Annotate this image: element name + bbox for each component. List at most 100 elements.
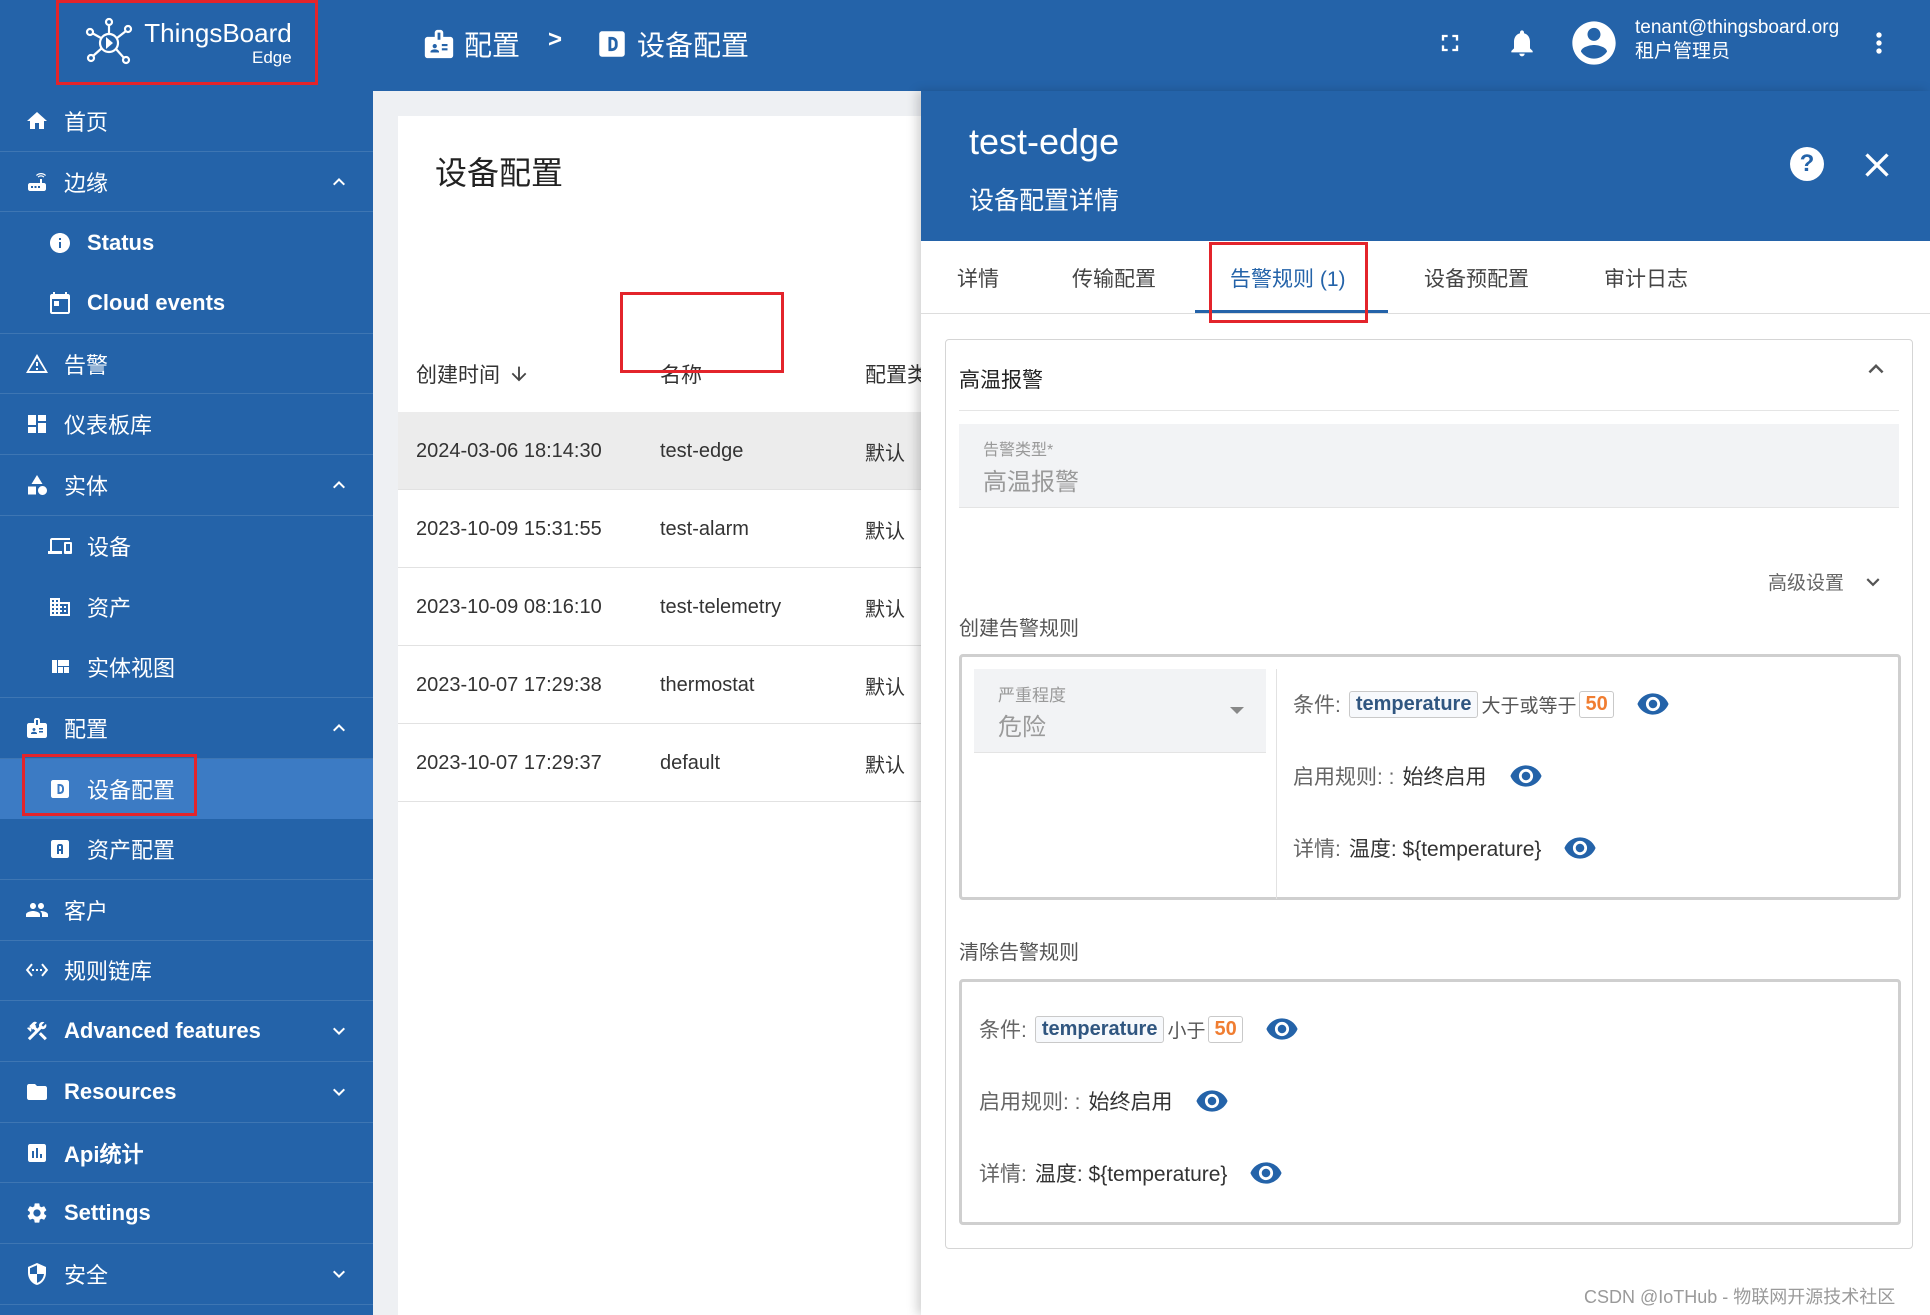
collapse-button[interactable]: [1861, 354, 1891, 384]
table-row[interactable]: 2024-03-06 18:14:30 test-edge 默认: [398, 412, 960, 490]
sidebar-item-8[interactable]: 资产: [0, 577, 373, 638]
advanced-settings-toggle[interactable]: 高级设置: [1768, 568, 1886, 595]
close-button[interactable]: [1857, 145, 1897, 185]
edit-clear-schedule-button[interactable]: [1195, 1084, 1229, 1118]
chevron-up-icon[interactable]: [327, 716, 351, 740]
cell-name: default: [660, 751, 721, 774]
clear-details: 详情: 温度: ${temperature}: [979, 1156, 1283, 1190]
chevron-up-icon[interactable]: [327, 473, 351, 497]
arrow-down-icon: [511, 366, 527, 382]
cell-name: test-edge: [660, 439, 744, 462]
chevron-down-icon[interactable]: [327, 1262, 351, 1286]
brand-logo[interactable]: ThingsBoard Edge: [56, 0, 318, 85]
column-created-time[interactable]: 创建时间: [416, 336, 530, 412]
user-info[interactable]: tenant@thingsboard.org 租户管理员: [1635, 16, 1839, 64]
severity-select[interactable]: 严重程度 危险: [974, 669, 1266, 753]
details-label: 详情:: [1293, 838, 1341, 861]
sidebar-item-label: Status: [87, 229, 155, 255]
table-row[interactable]: 2023-10-07 17:29:37 default 默认: [398, 724, 960, 802]
sidebar-item-label: Settings: [64, 1200, 151, 1226]
eye-icon: [1509, 765, 1542, 787]
watermark: CSDN @IoTHub - 物联网开源技术社区: [1584, 1287, 1896, 1307]
insert-chart-icon: [24, 1140, 50, 1166]
sidebar-item-0[interactable]: 首页: [0, 91, 373, 152]
sidebar-item-label: Api统计: [64, 1141, 144, 1167]
chevron-down-icon[interactable]: [327, 1019, 351, 1043]
vertical-divider: [1276, 669, 1277, 899]
group-icon: [24, 897, 50, 923]
tab-provisioning[interactable]: 设备预配置: [1424, 241, 1529, 314]
sidebar-item-15[interactable]: Advanced features: [0, 1001, 373, 1062]
sidebar-item-19[interactable]: 安全: [0, 1244, 373, 1305]
chevron-down-icon[interactable]: [327, 1080, 351, 1104]
sidebar-item-14[interactable]: 规则链库: [0, 941, 373, 1002]
edit-schedule-button[interactable]: [1509, 759, 1543, 793]
sidebar-item-6[interactable]: 实体: [0, 455, 373, 516]
sidebar-item-13[interactable]: 客户: [0, 880, 373, 941]
sidebar-item-label: 安全: [64, 1262, 109, 1288]
sidebar-item-2[interactable]: Status: [0, 212, 373, 273]
sidebar-item-label: 配置: [64, 716, 109, 742]
device-profile-icon: [599, 31, 625, 57]
edit-clear-condition-button[interactable]: [1265, 1012, 1299, 1046]
badge-icon: [424, 29, 454, 59]
clear-condition-value-chip: 50: [1208, 1015, 1243, 1043]
condition-label: 条件:: [1293, 694, 1341, 717]
edit-condition-button[interactable]: [1636, 687, 1670, 721]
sidebar-item-12[interactable]: 资产配置: [0, 819, 373, 880]
chevron-up-icon[interactable]: [327, 170, 351, 194]
devices-icon: [47, 533, 73, 559]
cell-created-time: 2023-10-09 15:31:55: [416, 517, 602, 540]
notifications-button[interactable]: [1502, 23, 1542, 63]
sidebar-item-label: 规则链库: [64, 959, 153, 985]
eye-icon: [1250, 1162, 1283, 1184]
help-button[interactable]: ?: [1790, 147, 1824, 181]
severity-value: 危险: [998, 714, 1046, 741]
table-row[interactable]: 2023-10-09 15:31:55 test-alarm 默认: [398, 490, 960, 568]
sidebar-item-3[interactable]: Cloud events: [0, 273, 373, 334]
edit-details-button[interactable]: [1563, 831, 1597, 865]
clear-details-label: 详情:: [979, 1163, 1027, 1186]
alarm-type-value: 高温报警: [983, 469, 1079, 496]
column-profile-type[interactable]: 配置类: [865, 336, 928, 412]
alarm-type-field[interactable]: 告警类型* 高温报警: [959, 424, 1899, 508]
tab-details[interactable]: 详情: [957, 241, 999, 314]
sidebar-item-10[interactable]: 配置: [0, 698, 373, 759]
sidebar-item-label: 实体: [64, 473, 109, 499]
sidebar-item-5[interactable]: 仪表板库: [0, 394, 373, 456]
clear-rule-box: 条件: temperature 小于 50 启用规则: : 始终启用 详情: 温…: [959, 979, 1901, 1225]
close-icon: [1865, 153, 1889, 177]
tab-audit-logs[interactable]: 审计日志: [1604, 241, 1688, 314]
more-menu-button[interactable]: [1859, 23, 1899, 63]
sidebar-item-7[interactable]: 设备: [0, 516, 373, 577]
sidebar-item-17[interactable]: Api统计: [0, 1123, 373, 1184]
user-email: tenant@thingsboard.org: [1635, 17, 1840, 38]
eye-icon: [1195, 1090, 1228, 1112]
breadcrumb-config[interactable]: 配置: [422, 24, 520, 64]
details-title: test-edge: [969, 121, 1120, 162]
sidebar-item-9[interactable]: 实体视图: [0, 637, 373, 698]
chevron-up-icon: [1868, 364, 1884, 374]
settings-ethernet-icon: [24, 957, 50, 983]
user-avatar[interactable]: [1568, 17, 1620, 69]
sidebar-item-4[interactable]: 告警: [0, 334, 373, 395]
create-rules-title: 创建告警规则: [959, 618, 1079, 640]
table-row[interactable]: 2023-10-09 08:16:10 test-telemetry 默认: [398, 568, 960, 646]
sidebar: ThingsBoard Edge 首页 边缘 Status Cloud events 告…: [0, 0, 373, 1315]
tab-transport[interactable]: 传输配置: [1072, 241, 1156, 314]
create-condition: 条件: temperature 大于或等于 50: [1293, 687, 1670, 721]
column-profile-type-label: 配置类: [865, 364, 928, 387]
table-row[interactable]: 2023-10-07 17:29:38 thermostat 默认: [398, 646, 960, 724]
fullscreen-button[interactable]: [1430, 23, 1470, 63]
details-value: 温度: ${temperature}: [1348, 838, 1542, 861]
edit-clear-details-button[interactable]: [1249, 1156, 1283, 1190]
sidebar-item-16[interactable]: Resources: [0, 1062, 373, 1123]
sidebar-item-18[interactable]: Settings: [0, 1183, 373, 1245]
security-icon: [24, 1261, 50, 1287]
sidebar-item-1[interactable]: 边缘: [0, 152, 373, 213]
domain-icon: [47, 594, 73, 620]
cell-created-time: 2023-10-07 17:29:38: [416, 673, 602, 696]
clear-condition-key-chip: temperature: [1034, 1015, 1165, 1043]
account-circle-icon: [1572, 21, 1616, 65]
alarm-rule-card: 高温报警 告警类型* 高温报警 高级设置 创建告警规则 严重程度 危险 条件: …: [945, 339, 1913, 1249]
